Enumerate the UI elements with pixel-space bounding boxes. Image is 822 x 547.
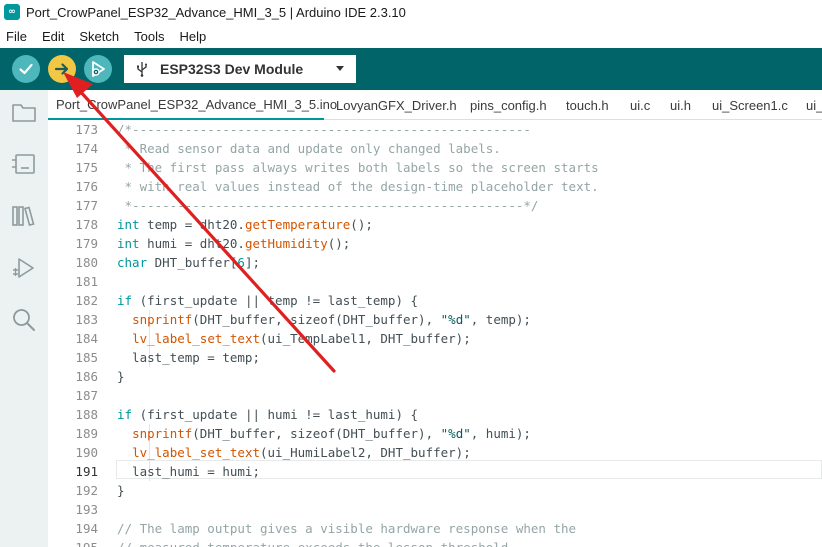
- line-number: 190: [75, 445, 98, 460]
- editor-tabs: Port_CrowPanel_ESP32_Advance_HMI_3_5.ino…: [48, 90, 822, 120]
- menu-bar: File Edit Sketch Tools Help: [0, 24, 822, 48]
- code-line: * The first pass always writes both labe…: [117, 160, 599, 175]
- tab-lovyangfx-driver[interactable]: LovyanGFX_Driver.h: [324, 90, 458, 120]
- chevron-down-icon: [336, 66, 344, 71]
- window-title: Port_CrowPanel_ESP32_Advance_HMI_3_5 | A…: [26, 4, 406, 20]
- line-number: 189: [75, 426, 98, 441]
- line-number: 188: [75, 407, 98, 422]
- code-line: last_temp = temp;: [117, 350, 260, 365]
- code-line: char DHT_buffer[6];: [117, 255, 261, 270]
- line-number: 180: [75, 255, 98, 270]
- line-number: 184: [75, 331, 98, 346]
- verify-button[interactable]: [12, 55, 40, 83]
- line-number: 173: [75, 122, 98, 137]
- code-line: }: [117, 483, 125, 498]
- toolbar: ESP32S3 Dev Module: [0, 48, 822, 90]
- menu-tools[interactable]: Tools: [132, 29, 166, 44]
- tab-pins-config[interactable]: pins_config.h: [458, 90, 554, 120]
- usb-icon: [136, 61, 148, 77]
- line-number: 177: [75, 198, 98, 213]
- activity-sidebar: [0, 90, 48, 547]
- arduino-logo-icon: ∞: [4, 4, 20, 20]
- arrow-right-icon: [54, 63, 69, 75]
- tab-touch-h[interactable]: touch.h: [554, 90, 618, 120]
- line-number: 186: [75, 369, 98, 384]
- line-number: 181: [75, 274, 98, 289]
- board-selector[interactable]: ESP32S3 Dev Module: [124, 55, 356, 83]
- code-line: if (first_update || humi != last_humi) {: [117, 407, 419, 422]
- line-number: 187: [75, 388, 98, 403]
- line-number: 192: [75, 483, 98, 498]
- line-number: 183: [75, 312, 98, 327]
- line-number: 175: [75, 160, 98, 175]
- tab-ui-h[interactable]: ui.h: [658, 90, 700, 120]
- code-line: lv_label_set_text(ui_TempLabel1, DHT_buf…: [132, 331, 471, 346]
- line-number: 179: [75, 236, 98, 251]
- tab-ui-screen1-c[interactable]: ui_Screen1.c: [700, 90, 794, 120]
- menu-help[interactable]: Help: [177, 29, 208, 44]
- line-number: 185: [75, 350, 98, 365]
- code-line: lv_label_set_text(ui_HumiLabel2, DHT_buf…: [132, 445, 471, 460]
- boards-manager-icon[interactable]: [10, 150, 38, 178]
- board-name: ESP32S3 Dev Module: [160, 61, 304, 77]
- code-line: last_humi = humi;: [117, 464, 260, 479]
- code-line: // The lamp output gives a visible hardw…: [117, 521, 577, 536]
- line-number: 194: [75, 521, 98, 536]
- checkmark-icon: [19, 63, 33, 75]
- debug-icon: [92, 61, 105, 77]
- menu-sketch[interactable]: Sketch: [77, 29, 121, 44]
- line-number: 174: [75, 141, 98, 156]
- sketchbook-folder-icon[interactable]: [10, 98, 38, 126]
- code-line: }: [117, 369, 125, 384]
- code-line: snprintf(DHT_buffer, sizeof(DHT_buffer),…: [132, 312, 531, 327]
- line-number: 193: [75, 502, 98, 517]
- search-icon[interactable]: [10, 306, 38, 334]
- tab-main-ino[interactable]: Port_CrowPanel_ESP32_Advance_HMI_3_5.ino: [48, 90, 337, 120]
- code-line: int temp = dht20.getTemperature();: [117, 217, 373, 232]
- code-line: /*--------------------------------------…: [117, 122, 531, 137]
- tab-ui-c[interactable]: ui.c: [618, 90, 658, 120]
- menu-edit[interactable]: Edit: [40, 29, 66, 44]
- menu-file[interactable]: File: [4, 29, 29, 44]
- code-line: snprintf(DHT_buffer, sizeof(DHT_buffer),…: [132, 426, 531, 441]
- line-number: 182: [75, 293, 98, 308]
- line-number: 195: [48, 538, 98, 547]
- library-manager-icon[interactable]: [10, 202, 38, 230]
- title-bar: ∞ Port_CrowPanel_ESP32_Advance_HMI_3_5 |…: [0, 0, 822, 24]
- code-line: *---------------------------------------…: [117, 198, 539, 213]
- debug-panel-icon[interactable]: [10, 254, 38, 282]
- tab-ui-s-truncated[interactable]: ui_S: [794, 90, 822, 120]
- code-line: * Read sensor data and update only chang…: [117, 141, 501, 156]
- code-editor[interactable]: 173 174 175 176 177 178 179 180 181 182 183 184 185 1…: [48, 120, 822, 547]
- code-line: int humi = dht20.getHumidity();: [117, 236, 351, 251]
- upload-button[interactable]: [48, 55, 76, 83]
- line-number: 176: [75, 179, 98, 194]
- debug-button[interactable]: [84, 55, 112, 83]
- code-line: * with real values instead of the design…: [117, 179, 599, 194]
- code-line: // measured temperature exceeds the less…: [117, 538, 508, 547]
- line-number: 191: [75, 464, 98, 479]
- line-number: 178: [75, 217, 98, 232]
- code-line: if (first_update || temp != last_temp) {: [117, 293, 419, 308]
